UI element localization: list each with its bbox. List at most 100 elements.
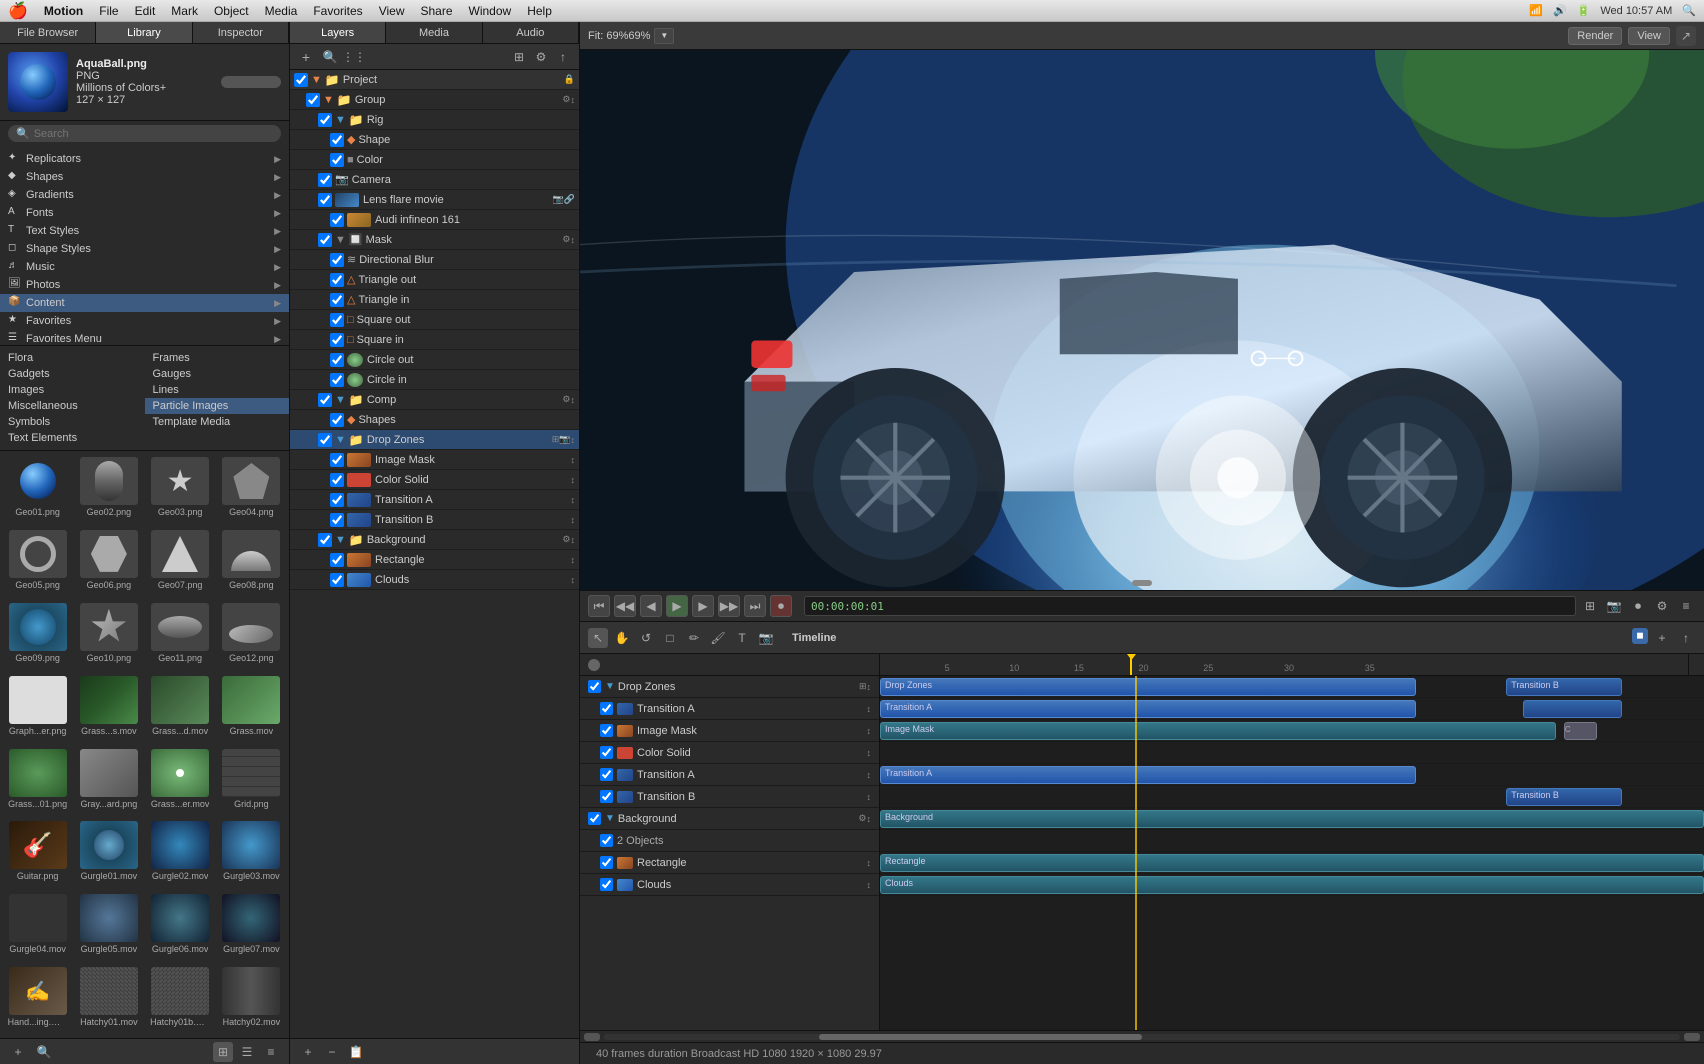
remove-layer-btn[interactable]: − (322, 1042, 342, 1062)
timeline-settings-btn[interactable]: ⚙ (1652, 596, 1672, 616)
pen-tool-btn[interactable]: ✏ (684, 628, 704, 648)
layer-project[interactable]: ▼ 📁 Project 🔒 (290, 70, 579, 90)
vis-icon[interactable]: ↕ (571, 475, 576, 485)
settings-btn[interactable]: ⚙ (531, 47, 551, 67)
layer-check[interactable] (306, 93, 320, 107)
thumb-geo05[interactable]: Geo05.png (4, 528, 71, 597)
tab-layers[interactable]: Layers (290, 22, 386, 43)
menu-view[interactable]: View (379, 4, 405, 18)
thumb-geo01[interactable]: Geo01.png (4, 455, 71, 524)
thumb-hand[interactable]: ✍ Hand...ing.mov (4, 965, 71, 1034)
thumb-grass-s[interactable]: Grass...s.mov (75, 674, 142, 743)
layer-group[interactable]: ▼ 📁 Group ⚙ ↕ (290, 90, 579, 110)
vis-icon[interactable]: ↕ (571, 235, 576, 245)
timeline-label-drop-zones[interactable]: ▼ Drop Zones ⊞ ↕ (580, 676, 879, 698)
layer-triangle-out[interactable]: △ Triangle out (290, 270, 579, 290)
vis-icon[interactable]: ↕ (571, 555, 576, 565)
add-button[interactable]: + (8, 1042, 28, 1062)
timeline-label-rectangle[interactable]: Rectangle ↕ (580, 852, 879, 874)
tl-check[interactable] (600, 746, 613, 759)
zoom-dropdown[interactable]: ▼ (654, 28, 674, 44)
thumb-grass-d[interactable]: Grass...d.mov (147, 674, 214, 743)
menu-file[interactable]: File (99, 4, 118, 18)
layer-check[interactable] (330, 553, 344, 567)
sub-images[interactable]: Images (0, 382, 145, 398)
link-icon[interactable]: 🔗 (564, 194, 575, 205)
layer-check[interactable] (330, 513, 344, 527)
tl-vis[interactable]: ↕ (867, 748, 872, 758)
layer-square-in[interactable]: □ Square in (290, 330, 579, 350)
tab-audio[interactable]: Audio (483, 22, 579, 43)
preview-canvas[interactable] (580, 50, 1704, 590)
layer-background[interactable]: ▼ 📁 Background ⚙ ↕ (290, 530, 579, 550)
menu-edit[interactable]: Edit (135, 4, 156, 18)
thumb-geo03[interactable]: ★ Geo03.png (147, 455, 214, 524)
timeline-camera-btn[interactable]: 📷 (1604, 596, 1624, 616)
tl-check[interactable] (600, 834, 613, 847)
expand-icon[interactable]: ▼ (605, 813, 615, 824)
sub-template-media[interactable]: Template Media (145, 414, 290, 430)
render-button[interactable]: Render (1568, 27, 1622, 45)
tl-check[interactable] (588, 812, 601, 825)
tl-vis[interactable]: ↕ (867, 682, 872, 692)
category-gradients[interactable]: ◈ Gradients ▶ (0, 186, 289, 204)
go-to-end-btn[interactable]: ⏭ (744, 595, 766, 617)
grid-view-btn[interactable]: ⊞ (213, 1042, 233, 1062)
group-layer-btn[interactable]: 📋 (346, 1042, 366, 1062)
layer-check[interactable] (294, 73, 308, 87)
menu-window[interactable]: Window (469, 4, 512, 18)
tl-vis[interactable]: ↕ (867, 792, 872, 802)
layer-transition-b[interactable]: Transition B ↕ (290, 510, 579, 530)
layer-check[interactable] (330, 493, 344, 507)
apple-menu[interactable]: 🍎 (8, 1, 28, 21)
sub-symbols[interactable]: Symbols (0, 414, 145, 430)
layer-comp[interactable]: ▼ 📁 Comp ⚙ ↕ (290, 390, 579, 410)
timeline-rec-btn[interactable]: ⏺ (1628, 596, 1648, 616)
timeline-add-btn[interactable]: + (1652, 628, 1672, 648)
tl-check[interactable] (600, 878, 613, 891)
layer-circle-out[interactable]: Circle out (290, 350, 579, 370)
layer-mask[interactable]: ▼ 🔲 Mask ⚙ ↕ (290, 230, 579, 250)
thumb-geo02[interactable]: Geo02.png (75, 455, 142, 524)
text-tool-btn[interactable]: T (732, 628, 752, 648)
track-block-tb2[interactable] (1523, 700, 1622, 718)
playhead[interactable] (1130, 654, 1132, 675)
tl-vis[interactable]: ↕ (867, 726, 872, 736)
lock-icon[interactable]: ↕ (571, 95, 576, 105)
preview-scroll-thumb[interactable] (1132, 580, 1152, 586)
menu-media[interactable]: Media (265, 4, 298, 18)
menu-motion[interactable]: Motion (44, 4, 83, 18)
timeline-home-btn[interactable] (588, 659, 600, 671)
sub-gadgets[interactable]: Gadgets (0, 366, 145, 382)
scroll-right-btn[interactable] (1684, 1033, 1700, 1041)
scrollbar-track[interactable] (604, 1034, 1680, 1040)
track-block-ta2[interactable]: Transition A (880, 766, 1416, 784)
sub-text-elements[interactable]: Text Elements (0, 430, 145, 446)
layer-check[interactable] (318, 393, 332, 407)
layer-directional-blur[interactable]: ≋ Directional Blur (290, 250, 579, 270)
thumb-gray[interactable]: Gray...ard.png (75, 747, 142, 816)
track-block-transition-b[interactable]: Transition B (1506, 678, 1621, 696)
layer-camera[interactable]: 📷 Camera (290, 170, 579, 190)
thumb-geo08[interactable]: Geo08.png (218, 528, 285, 597)
rotate-tool-btn[interactable]: ↺ (636, 628, 656, 648)
category-content[interactable]: 📦 Content ▶ (0, 294, 289, 312)
slider[interactable] (221, 76, 281, 88)
record-btn[interactable]: ⏺ (770, 595, 792, 617)
category-favorites[interactable]: ★ Favorites ▶ (0, 312, 289, 330)
filter-layer-btn[interactable]: ⋮⋮ (344, 47, 364, 67)
tl-options[interactable]: ⊞ (859, 681, 867, 692)
sub-flora[interactable]: Flora (0, 350, 145, 366)
layer-lock-icon[interactable]: 🔒 (564, 74, 575, 85)
timeline-label-transition-a[interactable]: Transition A ↕ (580, 698, 879, 720)
tl-vis[interactable]: ↕ (867, 704, 872, 714)
layer-check[interactable] (318, 173, 332, 187)
thumb-geo10[interactable]: Geo10.png (75, 601, 142, 670)
track-block-small[interactable]: C (1564, 722, 1597, 740)
track-block-tb3[interactable]: Transition B (1506, 788, 1621, 806)
tl-options[interactable]: ⚙ (858, 813, 866, 824)
layer-audi[interactable]: Audi infineon 161 (290, 210, 579, 230)
tl-check[interactable] (588, 680, 601, 693)
thumb-gurgle03[interactable]: Gurgle03.mov (218, 819, 285, 888)
layer-drop-zones[interactable]: ▼ 📁 Drop Zones ⊞ 📷 ↕ (290, 430, 579, 450)
